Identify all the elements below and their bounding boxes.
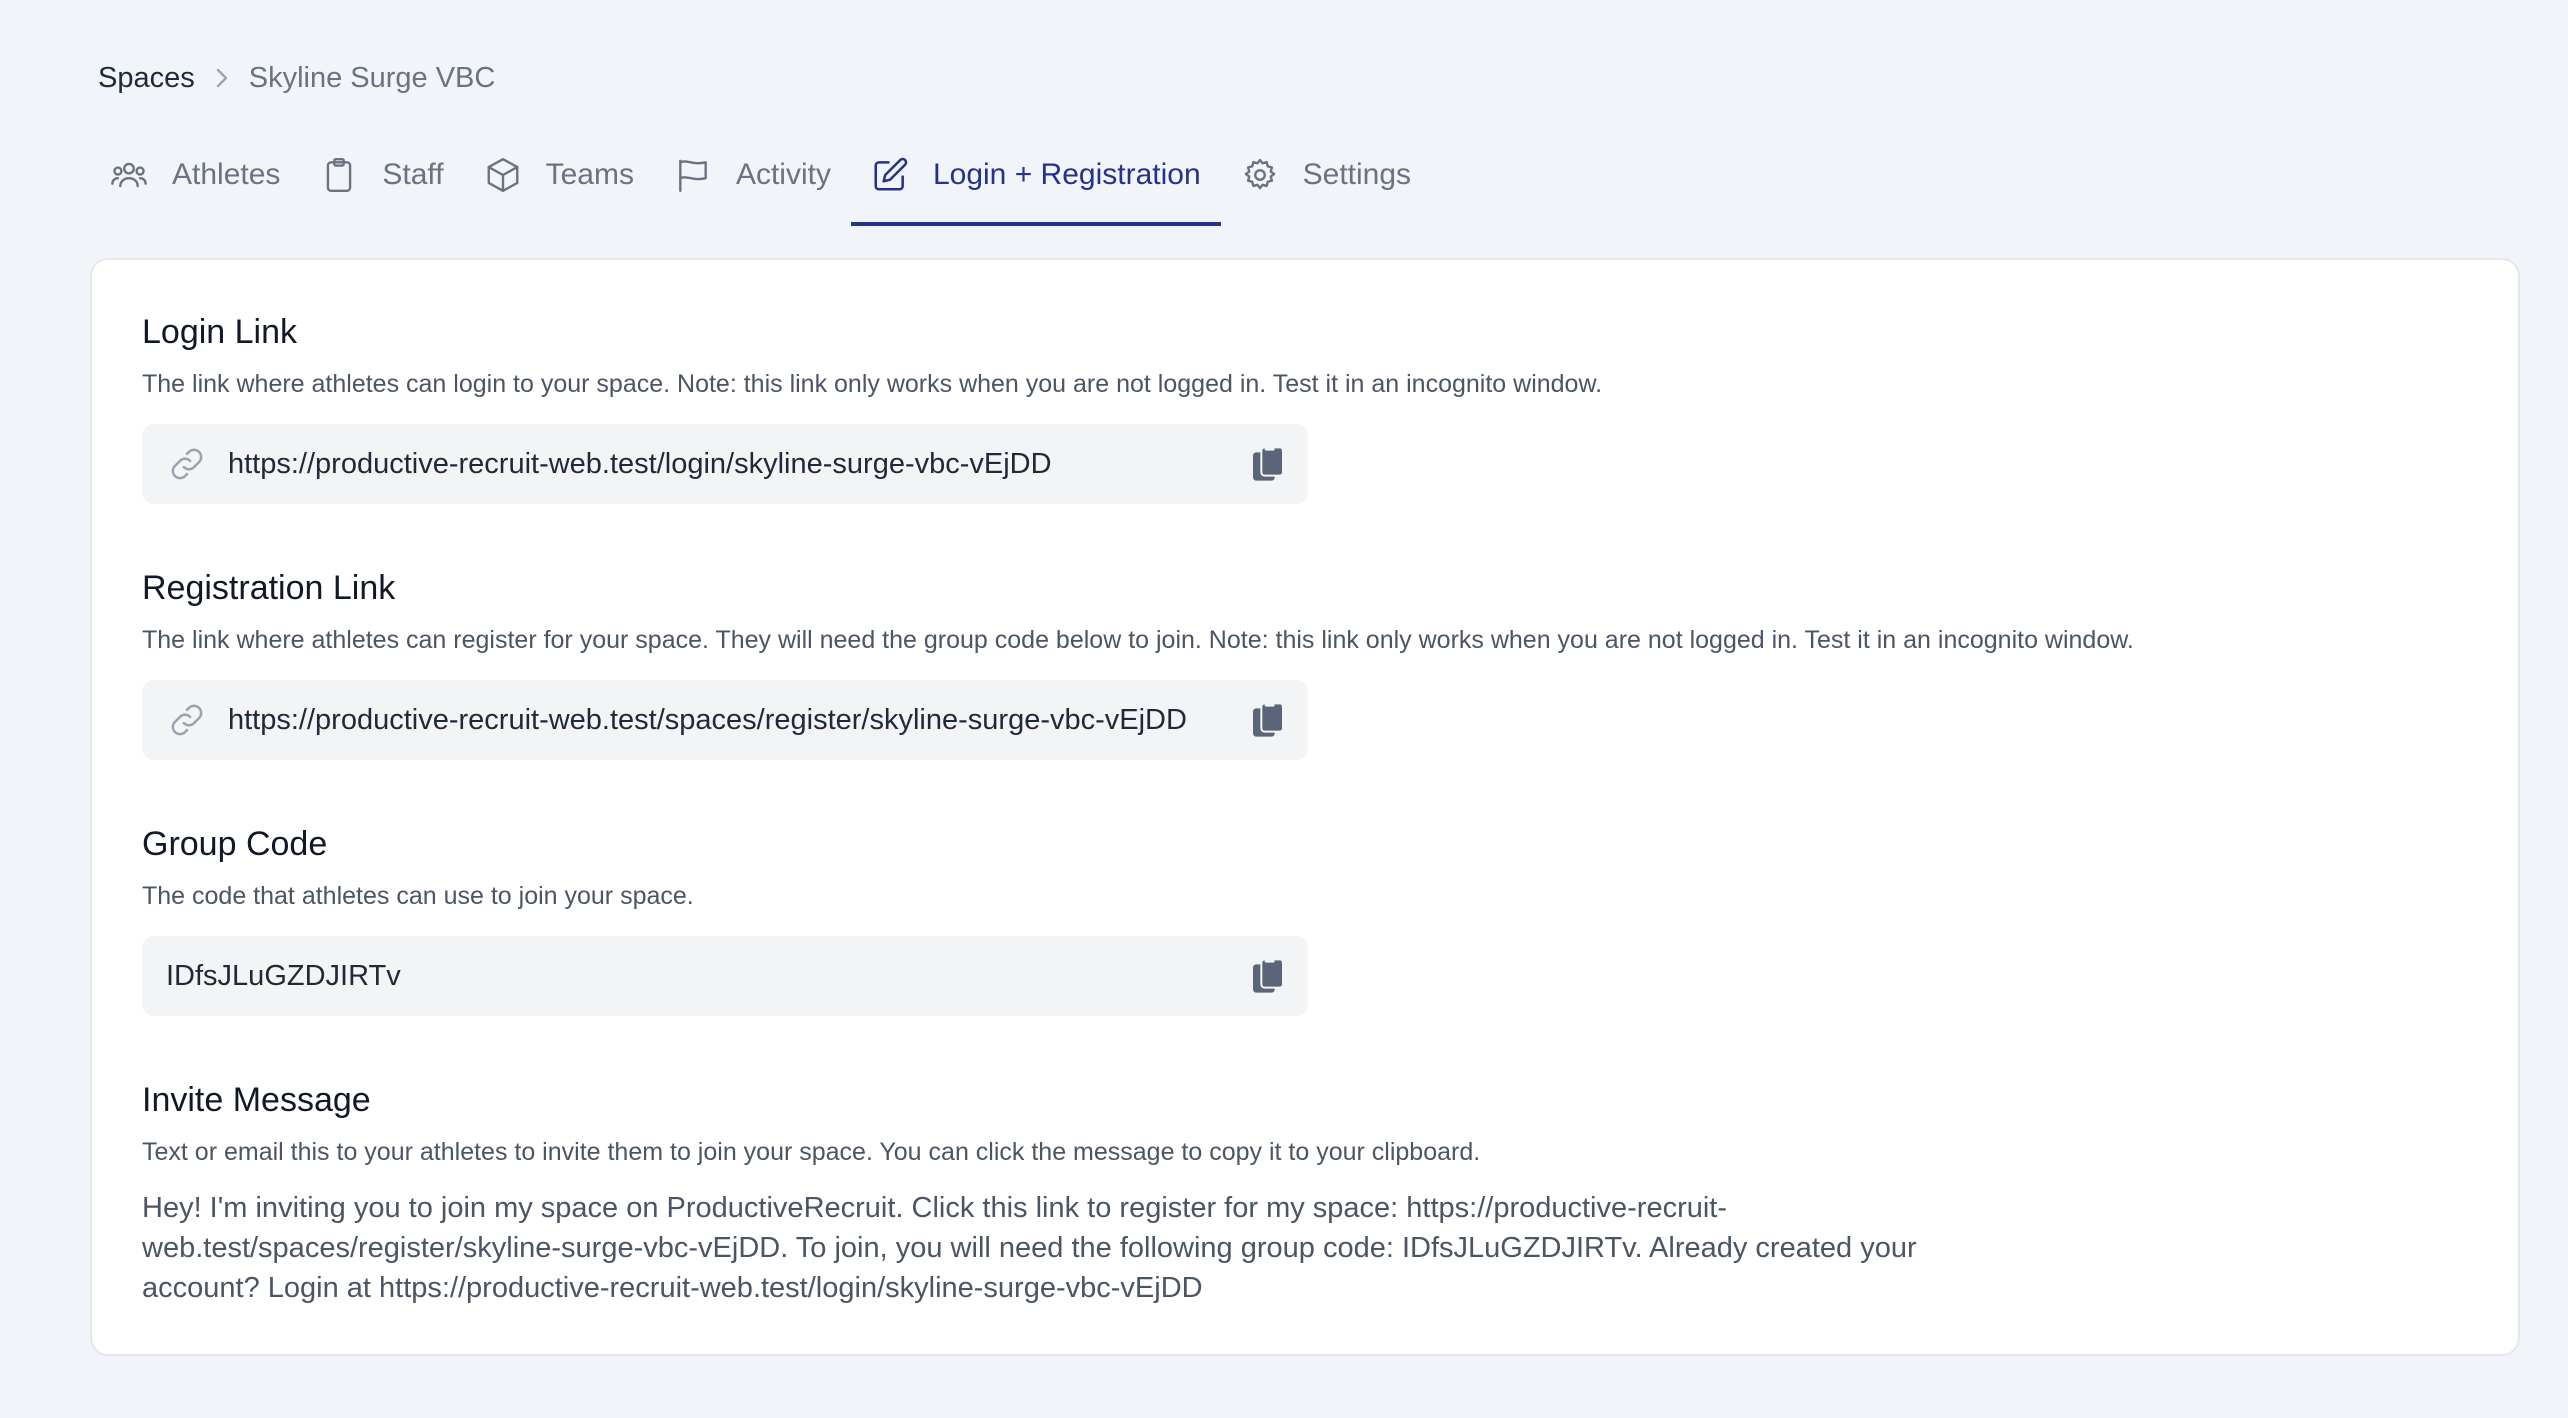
tab-label: Athletes: [172, 158, 281, 191]
login-link-url: https://productive-recruit-web.test/logi…: [228, 447, 1052, 480]
invite-message-description: Text or email this to your athletes to i…: [142, 1138, 1481, 1166]
invite-message-section: Invite Message Text or email this to you…: [142, 1076, 1972, 1308]
registration-link-section: Registration Link The link where athlete…: [142, 564, 2134, 760]
tab-label: Teams: [545, 158, 634, 191]
tab-label: Settings: [1302, 158, 1412, 191]
tab-athletes[interactable]: Athletes: [90, 128, 300, 226]
breadcrumb-spaces-link[interactable]: Spaces: [98, 62, 195, 95]
tab-label: Login + Registration: [932, 158, 1201, 191]
registration-link-url: https://productive-recruit-web.test/spac…: [228, 703, 1187, 736]
login-registration-card: Login Link The link where athletes can l…: [90, 258, 2520, 1356]
group-code-section: Group Code The code that athletes can us…: [142, 820, 1308, 1016]
registration-link-title: Registration Link: [142, 569, 396, 607]
invite-message-title: Invite Message: [142, 1081, 371, 1119]
cube-icon: [487, 157, 519, 193]
registration-link-description: The link where athletes can register for…: [142, 626, 2134, 654]
users-icon: [111, 162, 147, 188]
clipboard-icon: [327, 157, 352, 193]
group-code-title: Group Code: [142, 825, 328, 863]
flag-icon: [679, 159, 707, 193]
login-link-section: Login Link The link where athletes can l…: [142, 308, 1602, 504]
link-icon: [171, 448, 203, 480]
login-link-field[interactable]: https://productive-recruit-web.test/logi…: [142, 424, 1308, 504]
tab-activity[interactable]: Activity: [654, 128, 851, 226]
copy-icon[interactable]: [1248, 956, 1288, 996]
tab-label: Activity: [735, 158, 831, 191]
invite-message-text[interactable]: Hey! I'm inviting you to join my space o…: [142, 1188, 1972, 1308]
tab-bar: Athletes Staff Teams Activity Login + Re…: [90, 128, 1431, 226]
tab-teams[interactable]: Teams: [464, 128, 654, 226]
group-code-value: IDfsJLuGZDJIRTv: [166, 959, 401, 992]
edit-icon: [874, 157, 908, 191]
tab-settings[interactable]: Settings: [1221, 128, 1431, 226]
copy-icon[interactable]: [1248, 700, 1288, 740]
gear-icon: [1244, 158, 1275, 190]
registration-link-field[interactable]: https://productive-recruit-web.test/spac…: [142, 680, 1308, 760]
link-icon: [171, 704, 203, 736]
group-code-field[interactable]: IDfsJLuGZDJIRTv: [142, 936, 1308, 1016]
group-code-description: The code that athletes can use to join y…: [142, 882, 694, 910]
breadcrumb-current: Skyline Surge VBC: [248, 61, 496, 94]
tab-staff[interactable]: Staff: [300, 128, 463, 226]
breadcrumb: Spaces Skyline Surge VBC: [98, 58, 495, 98]
tab-login-registration[interactable]: Login + Registration: [850, 128, 1221, 226]
chevron-right-icon: [213, 67, 231, 89]
login-link-title: Login Link: [142, 313, 298, 351]
copy-icon[interactable]: [1248, 444, 1288, 484]
login-link-description: The link where athletes can login to you…: [142, 370, 1603, 398]
tab-label: Staff: [382, 158, 444, 191]
